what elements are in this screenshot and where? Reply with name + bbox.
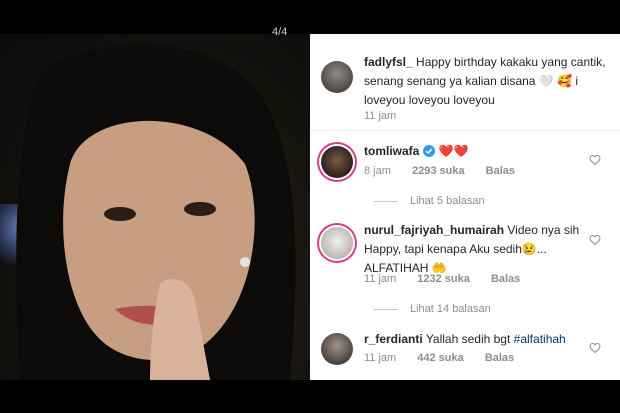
person-illustration: [16, 44, 296, 380]
bottom-black-bar: [0, 380, 620, 413]
comment-text: tomliwafa ❤️❤️: [364, 142, 584, 161]
like-count[interactable]: 1232 suka: [417, 273, 470, 285]
like-heart-icon[interactable]: [589, 342, 601, 354]
comment-username[interactable]: tomliwafa: [364, 144, 419, 158]
like-count[interactable]: 442 suka: [417, 352, 463, 364]
view-replies-link[interactable]: Lihat 14 balasan: [374, 303, 491, 315]
divider: [310, 130, 620, 131]
avatar[interactable]: [321, 333, 353, 365]
comment-text: fadlyfsl_ Happy birthday kakaku yang can…: [364, 53, 609, 110]
comment-username[interactable]: fadlyfsl_: [364, 55, 413, 69]
replies-line: [374, 200, 398, 202]
like-count[interactable]: 2293 suka: [412, 165, 465, 177]
avatar[interactable]: [321, 227, 353, 259]
post-photo: [0, 34, 310, 380]
reply-button[interactable]: Balas: [486, 165, 515, 177]
comment-time: 11 jam: [364, 110, 397, 122]
reply-button[interactable]: Balas: [491, 273, 520, 285]
top-black-bar: [0, 0, 620, 34]
comment-meta: 11 jam 442 suka Balas: [364, 352, 532, 364]
verified-badge-icon: [423, 145, 436, 157]
avatar[interactable]: [321, 146, 353, 178]
hashtag-link[interactable]: #alfatihah: [514, 332, 566, 346]
comment-text: r_ferdianti Yallah sedih bgt #alfatihah: [364, 330, 599, 349]
comment-time: 8 jam: [364, 165, 391, 177]
replies-line: [374, 308, 398, 310]
view-replies-link[interactable]: Lihat 5 balasan: [374, 195, 485, 207]
comment-username[interactable]: nurul_fajriyah_humairah: [364, 223, 504, 237]
comment-text: nurul_fajriyah_humairah Video nya sih Ha…: [364, 221, 599, 278]
comment-time: 11 jam: [364, 273, 397, 285]
comment-meta: 11 jam 1232 suka Balas: [364, 273, 538, 285]
comment-body: Yallah sedih bgt: [425, 332, 511, 346]
view-replies-label: Lihat 14 balasan: [410, 303, 491, 315]
avatar[interactable]: [321, 61, 353, 93]
comments-panel[interactable]: fadlyfsl_ Happy birthday kakaku yang can…: [310, 34, 620, 380]
comment-time: 11 jam: [364, 352, 397, 364]
like-heart-icon[interactable]: [589, 154, 601, 166]
comment-meta: 11 jam: [364, 110, 414, 122]
view-replies-label: Lihat 5 balasan: [410, 195, 485, 207]
like-heart-icon[interactable]: [589, 234, 601, 246]
reply-button[interactable]: Balas: [485, 352, 514, 364]
comment-username[interactable]: r_ferdianti: [364, 332, 423, 346]
comment-body: ❤️❤️: [438, 144, 469, 158]
story-counter: 4/4: [272, 26, 288, 38]
comment-meta: 8 jam 2293 suka Balas: [364, 165, 533, 177]
